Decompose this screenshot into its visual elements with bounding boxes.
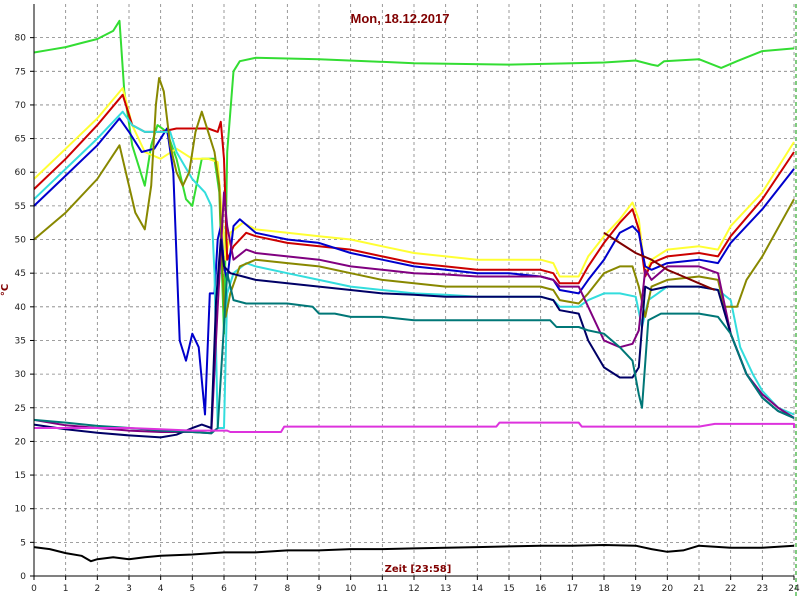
y-tick-label: 30 — [15, 370, 27, 380]
x-tick-label: 14 — [472, 584, 484, 594]
y-tick-label: 15 — [15, 471, 26, 481]
y-tick-label: 35 — [15, 336, 26, 346]
x-tick-label: 10 — [345, 584, 357, 594]
y-tick-label: 70 — [15, 101, 27, 111]
y-tick-label: 45 — [15, 269, 26, 279]
y-tick-label: 50 — [15, 236, 27, 246]
x-tick-label: 17 — [567, 584, 578, 594]
y-axis-label: °C — [0, 284, 11, 296]
y-tick-label: 0 — [20, 572, 26, 582]
x-tick-label: 4 — [158, 584, 164, 594]
y-tick-label: 40 — [15, 303, 27, 313]
y-tick-label: 55 — [15, 202, 26, 212]
series-line-2 — [33, 87, 795, 278]
grid — [34, 4, 795, 576]
x-tick-label: 16 — [535, 584, 547, 594]
series-line-10 — [603, 231, 716, 291]
series-line-3 — [33, 93, 795, 285]
y-tick-label: 65 — [15, 135, 26, 145]
x-tick-label: 11 — [377, 584, 388, 594]
x-axis-label: Zeit [23:58] — [385, 564, 452, 575]
x-tick-label: 7 — [253, 584, 259, 594]
y-tick-label: 80 — [15, 34, 27, 44]
x-tick-label: 23 — [757, 584, 768, 594]
x-tick-label: 19 — [630, 584, 642, 594]
x-tick-label: 21 — [693, 584, 704, 594]
x-tick-label: 1 — [63, 584, 69, 594]
x-tick-label: 12 — [408, 584, 419, 594]
y-tick-label: 10 — [15, 505, 27, 515]
y-tick-label: 60 — [15, 168, 27, 178]
x-tick-label: 6 — [221, 584, 227, 594]
temperature-chart: 0 1 2 3 4 5 6 7 8 9 10 11 12 13 14 15 16 17 18 19 20 21 22 23 24… — [0, 4, 800, 596]
y-tick-label: 25 — [15, 404, 26, 414]
chart-title: Mon, 18.12.2017 — [351, 11, 450, 26]
y-tick-label: 20 — [15, 437, 27, 447]
x-tick-label: 18 — [598, 584, 610, 594]
x-tick-label: 8 — [284, 584, 290, 594]
x-tick-label: 5 — [189, 584, 195, 594]
x-tick-label: 9 — [316, 584, 322, 594]
y-tick-label: 75 — [15, 67, 26, 77]
x-tick-label: 15 — [503, 584, 514, 594]
y-tick-label: 5 — [20, 538, 26, 548]
x-tick-label: 13 — [440, 584, 451, 594]
x-tick-label: 22 — [725, 584, 736, 594]
x-tick-label: 20 — [662, 584, 674, 594]
axes: 0 1 2 3 4 5 6 7 8 9 10 11 12 13 14 15 16 17 18 19 20 21 22 23 24… — [15, 4, 800, 596]
x-tick-label: 2 — [94, 584, 100, 594]
x-tick-label: 24 — [788, 584, 800, 594]
x-tick-label: 0 — [31, 584, 37, 594]
x-tick-label: 3 — [126, 584, 132, 594]
